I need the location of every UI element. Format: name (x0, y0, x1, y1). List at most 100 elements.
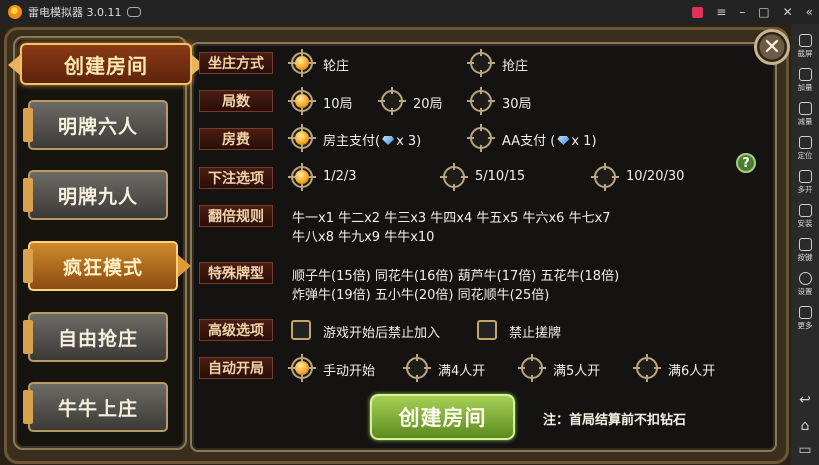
rounds-radio-30[interactable] (467, 87, 495, 115)
autostart-radio-4[interactable] (403, 354, 431, 382)
mode-button-niuniu[interactable]: 牛牛上庄 (23, 382, 168, 432)
sidebar-item-multi[interactable]: 多开 (791, 170, 819, 195)
emulator-titlebar: 雷电模拟器 3.0.11 ≡ – □ ✕ « (0, 0, 819, 24)
back-icon[interactable]: ↩ (791, 392, 819, 408)
recent-apps-icon[interactable]: ▭ (791, 442, 819, 458)
autostart-radio-6[interactable] (633, 354, 661, 382)
bet-option-2: 5/10/15 (475, 169, 526, 184)
sidebar-item-volume-down[interactable]: 减量 (791, 102, 819, 127)
close-dialog-button[interactable]: ✕ (754, 29, 790, 65)
rounds-option-30: 30局 (502, 97, 532, 112)
active-arrow-icon (178, 255, 191, 277)
create-room-title: 创建房间 (64, 53, 148, 78)
sidebar-item-screenshot[interactable]: 截屏 (791, 34, 819, 59)
notice-text: 注：首局结算前不扣钻石 (543, 413, 687, 428)
create-room-button[interactable]: 创建房间 (370, 394, 515, 440)
help-button[interactable]: ? (736, 153, 756, 173)
sidebar-item-location[interactable]: 定位 (791, 136, 819, 161)
rounds-option-20: 20局 (413, 97, 443, 112)
volume-up-icon (798, 68, 812, 81)
double-rule-line: 牛八x8 牛九x9 牛牛x10 (292, 230, 435, 245)
volume-down-icon (798, 102, 812, 115)
special-hand-line: 顺子牛(15倍) 同花牛(16倍) 葫芦牛(17倍) 五花牛(18倍) (292, 269, 620, 284)
banker-radio-grab[interactable] (467, 49, 495, 77)
no-join-option: 游戏开始后禁止加入 (323, 326, 441, 341)
fee-label: 房费 (199, 128, 273, 150)
rounds-radio-10[interactable] (288, 87, 316, 115)
autostart-option-6: 满6人开 (668, 364, 716, 379)
bet-radio-1[interactable] (288, 163, 316, 191)
double-rule-label: 翻倍规则 (199, 205, 273, 227)
rounds-radio-20[interactable] (378, 87, 406, 115)
autostart-radio-5[interactable] (518, 354, 546, 382)
create-room-title-tab[interactable]: 创建房间 (8, 43, 204, 85)
fee-radio-owner[interactable] (288, 124, 316, 152)
home-icon[interactable]: ⌂ (791, 418, 819, 434)
sidebar-item-more[interactable]: 更多 (791, 306, 819, 331)
collapse-icon[interactable]: « (806, 5, 813, 19)
keyboard-icon (798, 238, 812, 251)
bet-label: 下注选项 (199, 167, 273, 189)
banker-radio-rotate[interactable] (288, 49, 316, 77)
mode-button-crazy[interactable]: 疯狂模式 (23, 241, 191, 291)
mode-button-ming9[interactable]: 明牌九人 (23, 170, 168, 220)
autostart-option-manual: 手动开始 (323, 364, 376, 379)
banker-option-rotate: 轮庄 (323, 59, 350, 74)
location-icon (798, 136, 812, 149)
no-squeeze-checkbox[interactable] (477, 320, 497, 340)
close-window-icon[interactable]: ✕ (783, 5, 793, 19)
gear-icon (798, 272, 812, 285)
more-icon (798, 306, 812, 319)
mode-button-free-grab[interactable]: 自由抢庄 (23, 312, 168, 362)
diamond-icon (382, 136, 395, 145)
multi-window-icon (798, 170, 812, 183)
no-squeeze-option: 禁止搓牌 (509, 326, 562, 341)
tab-stub (23, 178, 33, 212)
bet-option-3: 10/20/30 (626, 169, 685, 184)
emulator-sidebar: 截屏 加量 减量 定位 多开 安装 按键 设置 更多 ↩ ⌂ ▭ (791, 24, 819, 465)
maximize-icon[interactable]: □ (758, 5, 769, 19)
no-join-checkbox[interactable] (291, 320, 311, 340)
fee-option-owner: 房主支付(x 3) (323, 134, 422, 149)
emulator-title: 雷电模拟器 3.0.11 (28, 6, 122, 19)
double-rule-line: 牛一x1 牛二x2 牛三x3 牛四x4 牛五x5 牛六x6 牛七x7 (292, 211, 611, 226)
rounds-label: 局数 (199, 90, 273, 112)
gift-icon[interactable] (692, 6, 704, 18)
advanced-label: 高级选项 (199, 319, 273, 341)
bet-option-1: 1/2/3 (323, 169, 357, 184)
mode-button-ming6[interactable]: 明牌六人 (23, 100, 168, 150)
special-hand-label: 特殊牌型 (199, 262, 273, 284)
sidebar-item-install[interactable]: 安装 (791, 204, 819, 229)
left-arrow-icon (8, 55, 20, 75)
game-screen: 创建房间 明牌六人 明牌九人 疯狂模式 自由抢庄 牛牛上庄 ✕ 坐庄方式 轮庄 … (0, 24, 791, 465)
sidebar-item-volume-up[interactable]: 加量 (791, 68, 819, 93)
menu-icon[interactable]: ≡ (716, 5, 726, 19)
autostart-option-4: 满4人开 (438, 364, 486, 379)
bet-radio-2[interactable] (440, 163, 468, 191)
bet-radio-3[interactable] (591, 163, 619, 191)
window-controls: ≡ – □ ✕ « (692, 0, 813, 24)
emulator-window: 雷电模拟器 3.0.11 ≡ – □ ✕ « 截屏 加量 减量 定位 多开 安装… (0, 0, 819, 465)
special-hand-line: 炸弹牛(19倍) 五小牛(20倍) 同花顺牛(25倍) (292, 288, 550, 303)
sidebar-item-settings[interactable]: 设置 (791, 272, 819, 297)
autostart-label: 自动开局 (199, 357, 273, 379)
scissors-icon (798, 34, 812, 47)
install-icon (798, 204, 812, 217)
sidebar-item-keys[interactable]: 按键 (791, 238, 819, 263)
tab-stub (23, 108, 33, 142)
question-icon: ? (742, 155, 750, 171)
gamepad-icon[interactable] (127, 7, 142, 17)
banker-label: 坐庄方式 (199, 52, 273, 74)
tab-stub (23, 390, 33, 424)
fee-option-aa: AA支付 (x 1) (502, 134, 597, 149)
minimize-icon[interactable]: – (739, 5, 745, 19)
close-icon: ✕ (762, 34, 782, 60)
emulator-logo-icon (8, 5, 22, 19)
autostart-option-5: 满5人开 (553, 364, 601, 379)
autostart-radio-manual[interactable] (288, 354, 316, 382)
tab-stub (23, 320, 33, 354)
diamond-icon (557, 136, 570, 145)
tab-stub (23, 249, 33, 283)
fee-radio-aa[interactable] (467, 124, 495, 152)
rounds-option-10: 10局 (323, 97, 353, 112)
